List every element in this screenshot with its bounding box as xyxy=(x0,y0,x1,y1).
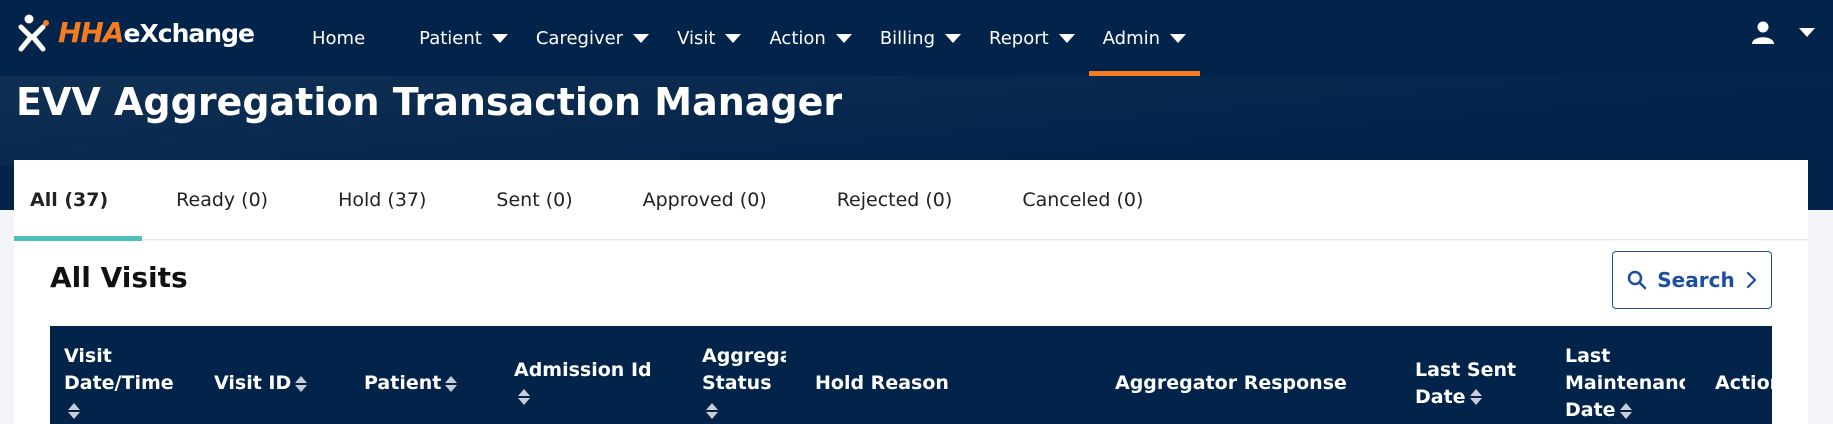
chevron-down-icon xyxy=(1058,33,1075,43)
chevron-down-icon xyxy=(725,33,742,43)
nav-billing[interactable]: Billing xyxy=(866,0,975,76)
search-icon xyxy=(1628,270,1647,290)
chevron-down-icon xyxy=(1170,33,1187,43)
nav-home[interactable]: Home xyxy=(298,0,405,76)
nav-admin[interactable]: Admin xyxy=(1088,0,1201,76)
tab-rejected[interactable]: Rejected (0) xyxy=(837,160,981,240)
hhaexchange-logo[interactable]: HHAeXchange xyxy=(18,10,255,56)
col-action: Action xyxy=(1715,372,1772,394)
col-hold-reason: Hold Reason xyxy=(815,372,949,394)
visits-table-header: Visit Date/Time Visit ID Patient Admissi… xyxy=(50,326,1772,424)
nav-patient[interactable]: Patient xyxy=(405,0,522,76)
sort-icon[interactable] xyxy=(1619,402,1632,420)
chevron-right-icon xyxy=(1746,271,1757,289)
tab-all[interactable]: All (37) xyxy=(14,160,143,241)
search-button[interactable]: Search xyxy=(1612,251,1772,309)
col-patient[interactable]: Patient xyxy=(364,326,504,424)
tab-hold[interactable]: Hold (37) xyxy=(338,160,454,240)
chevron-down-icon xyxy=(835,33,852,43)
col-visit-id[interactable]: Visit ID xyxy=(214,326,354,424)
user-icon xyxy=(1752,21,1774,44)
col-aggregator-status[interactable]: Aggrega Status xyxy=(702,326,786,424)
user-menu[interactable] xyxy=(1751,14,1815,50)
status-tabs-bar: All (37) Ready (0) Hold (37) Sent (0) Ap… xyxy=(14,160,1808,241)
chevron-down-icon xyxy=(491,33,508,43)
nav-caregiver[interactable]: Caregiver xyxy=(522,0,663,76)
chevron-down-icon xyxy=(945,33,961,43)
col-visit-datetime[interactable]: Visit Date/Time xyxy=(64,326,204,424)
sort-icon[interactable] xyxy=(1469,388,1482,406)
tab-ready[interactable]: Ready (0) xyxy=(176,160,296,240)
visits-panel: All Visits Search Visit Date/Time Visit … xyxy=(14,241,1808,424)
logo-wordmark: HHAeXchange xyxy=(58,16,255,49)
main-nav: Home Patient Caregiver Visit Action Bill… xyxy=(298,0,1201,76)
col-aggregator-response: Aggregator Response xyxy=(1115,372,1347,394)
col-last-sent-date[interactable]: Last Sent Date xyxy=(1415,326,1555,424)
tab-canceled[interactable]: Canceled (0) xyxy=(1022,160,1171,240)
top-navbar: HHAeXchange Home Patient Caregiver Visit… xyxy=(0,0,1833,76)
section-title: All Visits xyxy=(50,261,188,294)
sort-icon[interactable] xyxy=(518,388,530,406)
logo-mark-icon xyxy=(18,14,49,52)
page-title: EVV Aggregation Transaction Manager xyxy=(16,80,843,124)
sort-icon[interactable] xyxy=(295,375,308,393)
sort-icon[interactable] xyxy=(68,402,80,420)
nav-action[interactable]: Action xyxy=(755,0,865,76)
sort-icon[interactable] xyxy=(706,402,718,420)
nav-visit[interactable]: Visit xyxy=(663,0,755,76)
chevron-down-icon xyxy=(1799,27,1815,37)
chevron-down-icon xyxy=(633,33,650,43)
nav-report[interactable]: Report xyxy=(975,0,1089,76)
tab-sent[interactable]: Sent (0) xyxy=(496,160,600,240)
sort-icon[interactable] xyxy=(445,375,458,393)
col-admission-id[interactable]: Admission Id xyxy=(514,326,694,424)
tab-approved[interactable]: Approved (0) xyxy=(643,160,795,240)
col-last-maintenance-date[interactable]: Last Maintenance Date xyxy=(1565,326,1685,424)
